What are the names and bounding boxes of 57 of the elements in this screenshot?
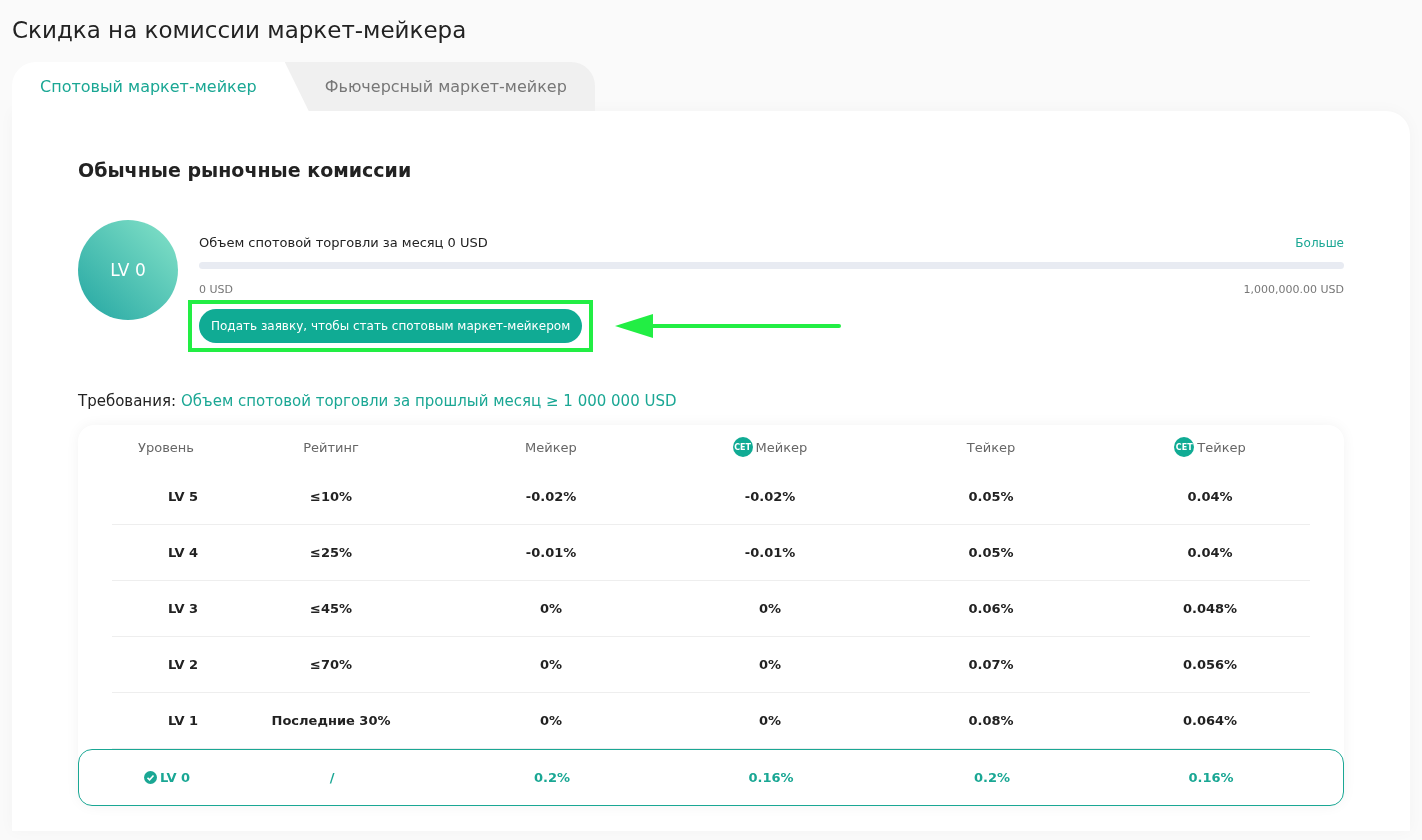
table-cell: 0.064%: [1182, 713, 1238, 728]
tab[interactable]: Спотовый маркет-мейкер: [12, 62, 309, 111]
table-cell: ≤70%: [310, 657, 352, 672]
table-cell: 0.04%: [1187, 545, 1233, 560]
table-cell: LV 3: [167, 601, 199, 616]
table-cell: 0.2%: [973, 770, 1011, 785]
table-cell: -0.02%: [744, 489, 796, 504]
table-cell: 0.05%: [968, 489, 1014, 504]
table-cell: 0.08%: [968, 713, 1014, 728]
table-cell: 0.056%: [1182, 657, 1238, 672]
table-cell: 0.07%: [968, 657, 1014, 672]
coin-icon: CET: [1174, 437, 1195, 457]
table-cell: 0%: [539, 601, 563, 616]
table-cell: LV 0: [159, 770, 191, 785]
progress-max-label: 1,000,000.00 USD: [1243, 283, 1344, 296]
table-cell: 0%: [758, 601, 782, 616]
column-header: Тейкер: [966, 439, 1016, 455]
coin-icon: CET: [732, 437, 753, 457]
requirements-label: Требования:: [78, 392, 176, 410]
table-cell: LV 5: [167, 489, 199, 504]
table-cell: 0%: [539, 657, 563, 672]
table-cell: 0.048%: [1182, 601, 1238, 616]
table-cell: -0.01%: [525, 545, 577, 560]
table-cell: Последние 30%: [271, 713, 391, 728]
table-cell: LV 1: [167, 713, 199, 728]
table-cell: 0.16%: [748, 770, 794, 785]
apply-button[interactable]: Подать заявку, чтобы стать спотовым маркет-мейкером: [199, 309, 583, 343]
requirements-value: Объем спотовой торговли за прошлый месяц ≥ 1 000 000 USD: [181, 392, 677, 410]
tab[interactable]: Фьючерсный маркет-мейкер: [284, 62, 595, 111]
table-cell: 0%: [758, 657, 782, 672]
table-cell: LV 2: [167, 657, 199, 672]
table-cell: 0.05%: [968, 545, 1014, 560]
section-title: Обычные рыночные комиссии: [78, 159, 413, 181]
table-cell: 0.16%: [1188, 770, 1234, 785]
progress-label: Объем спотовой торговли за месяц 0 USD: [199, 235, 488, 250]
column-header: Мейкер: [525, 439, 577, 455]
table-cell: ≤45%: [310, 601, 352, 616]
table-cell: LV 4: [167, 545, 199, 560]
level-badge: LV 0: [78, 220, 178, 320]
page-title: Скидка на комиссии маркет-мейкера: [11, 16, 468, 45]
table-cell: -0.01%: [744, 545, 796, 560]
table-cell: /: [329, 770, 335, 785]
table-cell: ≤25%: [310, 545, 352, 560]
table-cell: 0%: [539, 713, 563, 728]
table-cell: -0.02%: [525, 489, 577, 504]
more-link[interactable]: Больше: [1295, 235, 1344, 250]
table-cell: 0.04%: [1187, 489, 1233, 504]
table-cell: 0.2%: [533, 770, 571, 785]
table-cell: 0%: [758, 713, 782, 728]
progress-min-label: 0 USD: [199, 283, 233, 296]
check-circle-icon: [143, 771, 157, 784]
column-header: Уровень: [138, 439, 194, 455]
column-header: Мейкер: [755, 439, 808, 455]
column-header: Рейтинг: [303, 439, 359, 455]
column-header: Тейкер: [1197, 439, 1246, 455]
table-cell: 0.06%: [968, 601, 1014, 616]
table-cell: ≤10%: [310, 489, 352, 504]
